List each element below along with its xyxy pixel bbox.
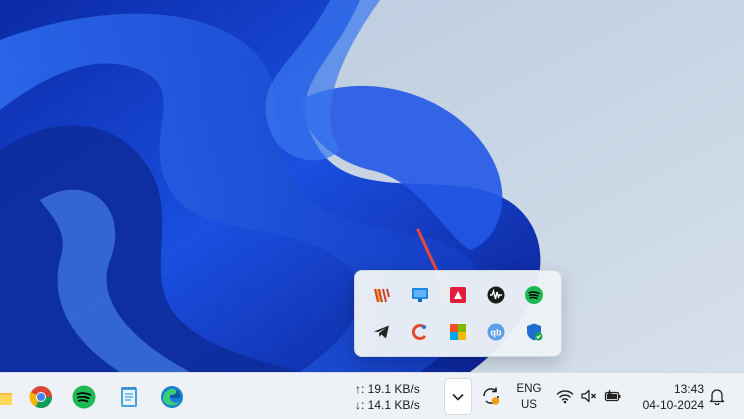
battery-charging-icon <box>604 389 621 402</box>
clock-time: 13:43 <box>673 382 704 396</box>
telegram-icon[interactable] <box>363 314 401 351</box>
language-code: ENG <box>516 383 542 395</box>
download-speed: ↓: 14.1 KB/s <box>355 398 420 412</box>
date-time-display[interactable]: 13:43 04-10-2024 <box>638 381 704 413</box>
amd-software-icon[interactable] <box>439 277 477 314</box>
input-language-indicator[interactable]: ENG US <box>515 381 543 413</box>
upload-speed: ↑: 19.1 KB/s <box>355 382 420 396</box>
file-explorer-icon[interactable] <box>0 382 16 412</box>
spotify-tray-icon[interactable] <box>515 277 553 314</box>
wifi-icon <box>556 390 574 404</box>
windows-security-icon[interactable] <box>515 314 553 351</box>
quick-settings-button[interactable] <box>556 387 622 405</box>
winstep-icon[interactable] <box>363 277 401 314</box>
sync-status-icon[interactable] <box>480 385 502 407</box>
svg-text:qb: qb <box>491 327 502 337</box>
clock-date: 04-10-2024 <box>642 398 704 412</box>
edge-icon[interactable] <box>157 382 187 412</box>
spotify-icon[interactable] <box>69 382 99 412</box>
show-hidden-icons-button[interactable] <box>444 378 472 415</box>
ccleaner-icon[interactable] <box>401 314 439 351</box>
speaker-muted-icon <box>581 389 596 403</box>
network-speed-meter: ↑: 19.1 KB/s ↓: 14.1 KB/s <box>355 381 420 413</box>
microsoft-store-app-icon[interactable] <box>439 314 477 351</box>
chrome-icon[interactable] <box>26 382 56 412</box>
notification-bell-icon[interactable] <box>708 387 726 406</box>
tray-overflow-flyout: qb <box>354 270 562 357</box>
display-monitor-icon[interactable] <box>401 277 439 314</box>
notepad-icon[interactable] <box>114 382 144 412</box>
region-code: US <box>521 399 537 411</box>
taskbar: ↑: 19.1 KB/s ↓: 14.1 KB/s ENG US 13:43 0… <box>0 372 744 419</box>
qbittorrent-icon[interactable]: qb <box>477 314 515 351</box>
chevron-down-icon <box>452 393 464 401</box>
audio-wave-icon[interactable] <box>477 277 515 314</box>
